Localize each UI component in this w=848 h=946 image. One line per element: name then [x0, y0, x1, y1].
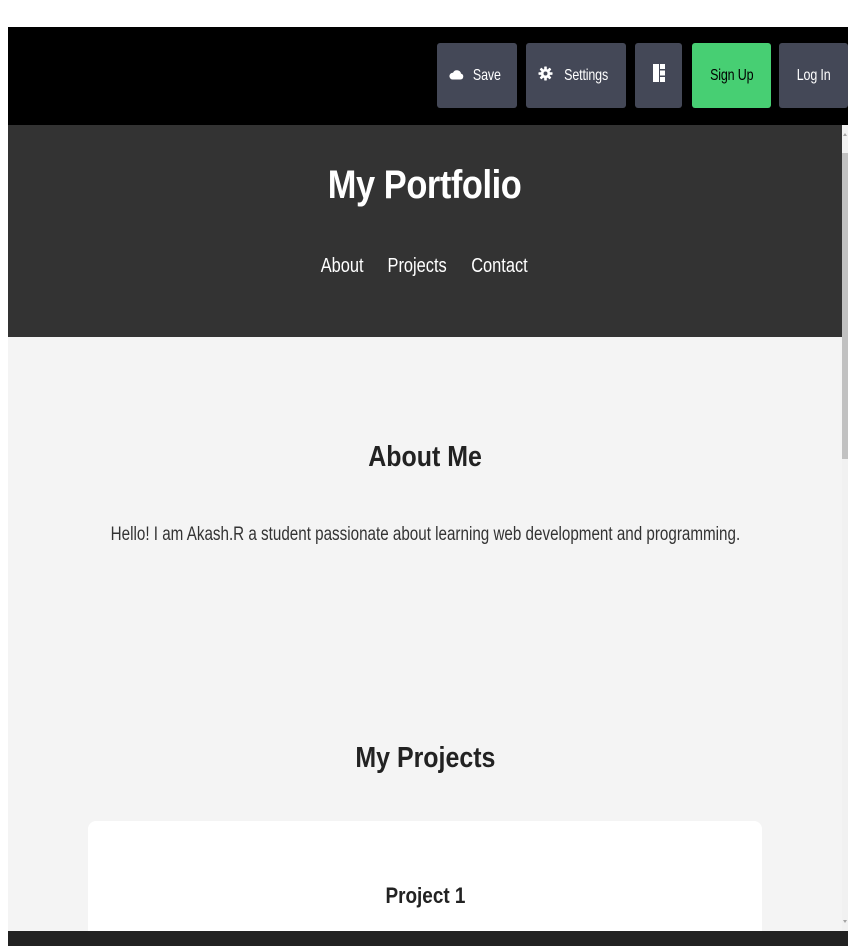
change-view-button[interactable]: [635, 43, 682, 108]
site-nav: About Projects Contact: [8, 255, 842, 278]
project-title: Project 1: [385, 883, 465, 908]
settings-button[interactable]: Settings: [526, 43, 626, 108]
project-card: Project 1: [88, 821, 762, 931]
scroll-up-icon[interactable]: [843, 133, 847, 136]
site-header: My Portfolio About Projects Contact: [8, 125, 842, 337]
log-in-button-label: Log In: [796, 66, 831, 84]
sign-up-button-label: Sign Up: [709, 66, 754, 84]
save-button-label: Save: [473, 66, 501, 84]
layout-icon: [652, 64, 665, 87]
nav-link-contact[interactable]: Contact: [471, 255, 528, 278]
nav-link-projects[interactable]: Projects: [387, 255, 446, 278]
scrollbar-thumb[interactable]: [842, 153, 848, 459]
about-heading: About Me: [368, 441, 482, 473]
site-title: My Portfolio: [328, 163, 522, 207]
window-left-edge: [0, 27, 8, 946]
nav-link-about[interactable]: About: [321, 255, 364, 278]
editor-toolbar: Save Settings Sign Up Log In: [8, 27, 848, 125]
preview-pane: My Portfolio About Projects Contact Abou…: [8, 125, 842, 931]
about-text: Hello! I am Akash.R a student passionate…: [110, 524, 740, 545]
save-button[interactable]: Save: [437, 43, 517, 108]
log-in-button[interactable]: Log In: [779, 43, 848, 108]
gear-icon: [538, 65, 553, 86]
projects-heading: My Projects: [354, 742, 495, 774]
scroll-down-icon[interactable]: [843, 920, 847, 923]
window-top-margin: [0, 0, 848, 27]
sign-up-button[interactable]: Sign Up: [692, 43, 771, 108]
cloud-icon: [449, 67, 464, 85]
settings-button-label: Settings: [564, 66, 608, 84]
preview-scrollbar[interactable]: [842, 125, 848, 931]
editor-bottom-bar: [8, 931, 848, 946]
